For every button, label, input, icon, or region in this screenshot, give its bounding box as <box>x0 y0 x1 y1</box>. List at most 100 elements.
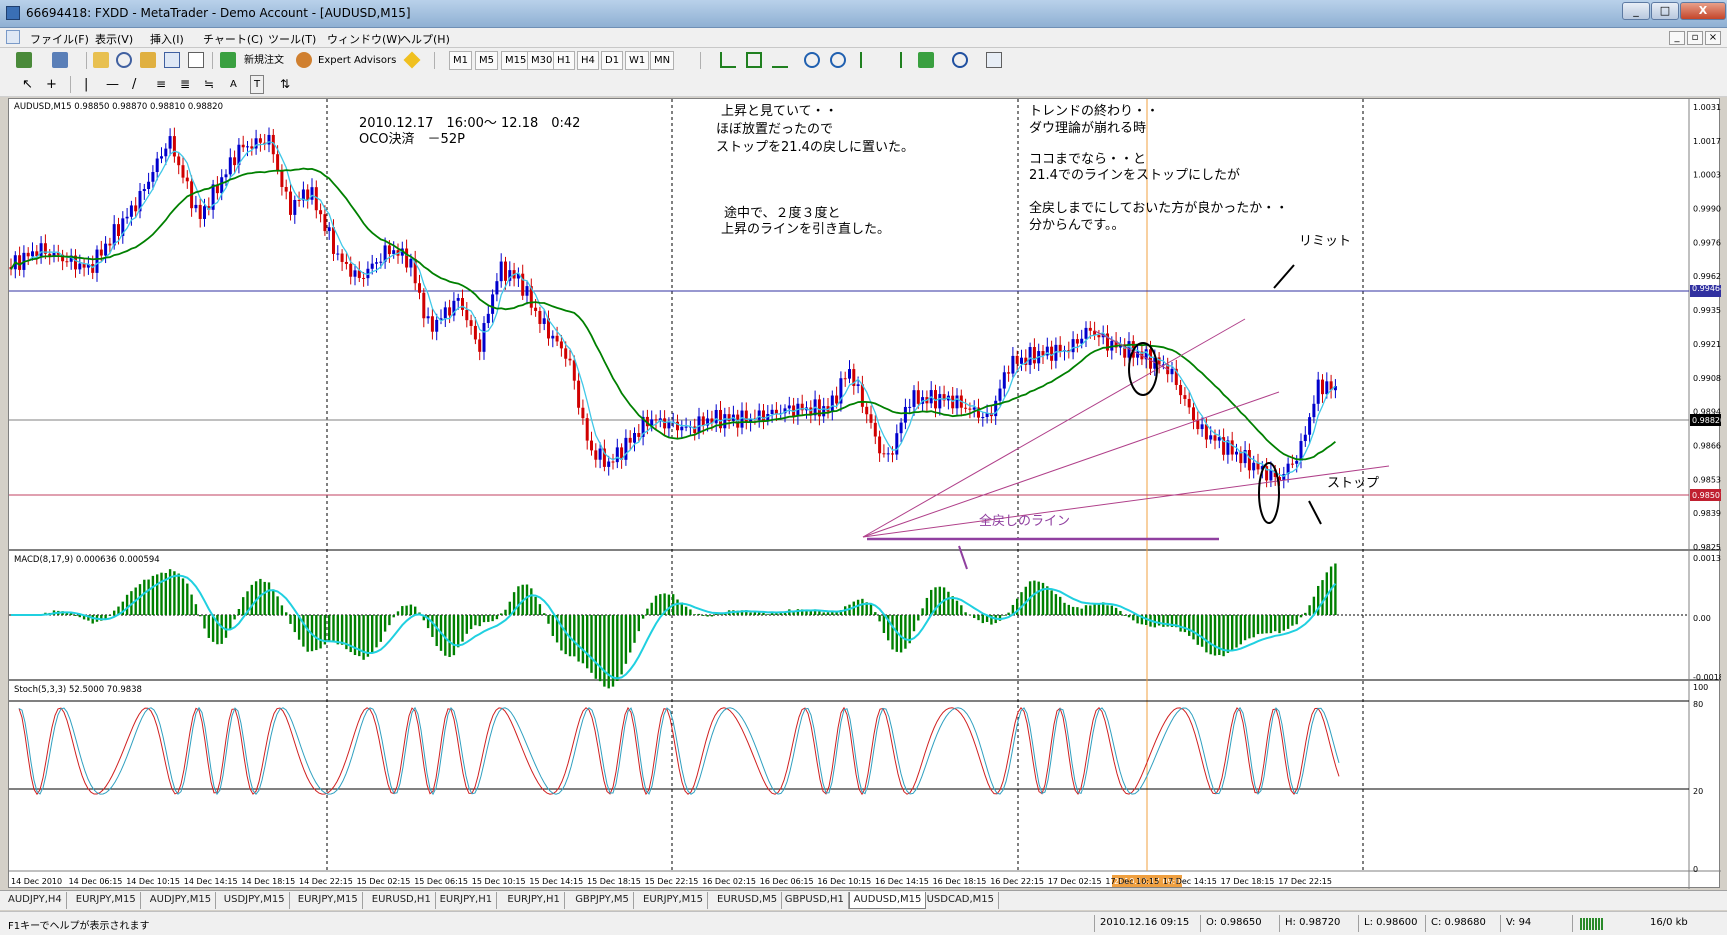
menu-tools[interactable]: ツール(T) <box>268 31 316 47</box>
connection-status-icon <box>1580 918 1604 930</box>
candle-body <box>379 261 383 263</box>
candle-body <box>409 258 413 268</box>
annotation-full-retrace-line: 全戻しのライン <box>979 513 1070 529</box>
candle-body <box>1183 395 1187 399</box>
trendline-icon[interactable]: / <box>128 75 140 94</box>
mdi-close-button[interactable]: × <box>1705 31 1721 45</box>
cursor-icon[interactable]: ↖ <box>18 75 37 94</box>
alert-icon[interactable] <box>403 51 421 69</box>
chart-window-icon <box>6 30 20 44</box>
menu-chart[interactable]: チャート(C) <box>203 31 263 47</box>
candle-body <box>697 416 701 434</box>
periods-clock-icon[interactable] <box>952 52 968 68</box>
chart-tab[interactable]: AUDJPY,M15 <box>146 892 217 909</box>
timeframe-h4[interactable]: H4 <box>577 51 599 70</box>
chart-tab[interactable]: EURJPY,M15 <box>639 892 708 909</box>
candle-body <box>142 189 146 192</box>
app-icon <box>6 6 20 20</box>
market-watch-icon[interactable] <box>93 52 109 68</box>
candle-body <box>1303 434 1307 442</box>
arrows-icon[interactable]: ⇅ <box>276 75 294 94</box>
chart-tab[interactable]: GBPUSD,H1 <box>781 892 849 909</box>
candlestick-icon[interactable] <box>746 52 762 68</box>
time-axis-label: 16 Dec 22:15 <box>990 877 1044 886</box>
chart-tab[interactable]: EURJPY,M15 <box>294 892 363 909</box>
profiles-icon[interactable] <box>52 52 68 68</box>
zoom-out-icon[interactable] <box>830 52 846 68</box>
fibonacci-icon[interactable]: ≣ <box>176 75 194 94</box>
timeframe-m30[interactable]: M30 <box>527 51 557 70</box>
text-tool-button[interactable]: A <box>226 75 241 94</box>
menu-view[interactable]: 表示(V) <box>95 31 133 47</box>
menu-file[interactable]: ファイル(F) <box>30 31 89 47</box>
candle-body <box>551 335 555 339</box>
menu-window[interactable]: ウィンドウ(W) <box>327 31 401 47</box>
templates-icon[interactable] <box>986 52 1002 68</box>
time-axis-label: 14 Dec 06:15 <box>69 877 123 886</box>
new-chart-icon[interactable] <box>16 52 32 68</box>
time-axis-label: 17 Dec 14:15 <box>1163 877 1217 886</box>
mdi-restore-button[interactable]: ▫ <box>1687 31 1703 45</box>
candle-body <box>568 358 572 361</box>
crosshair-icon[interactable]: + <box>42 75 61 94</box>
candle-body <box>1058 344 1062 352</box>
new-order-button[interactable]: 新規注文 <box>240 51 288 70</box>
minimize-button[interactable]: _ <box>1622 2 1650 20</box>
timeframe-m1[interactable]: M1 <box>449 51 472 70</box>
timeframe-m5[interactable]: M5 <box>475 51 498 70</box>
menu-insert[interactable]: 挿入(I) <box>150 31 184 47</box>
stoch-axis-label: 80 <box>1693 700 1703 709</box>
chart-tab[interactable]: EURJPY,H1 <box>503 892 565 909</box>
maximize-button[interactable]: □ <box>1651 2 1679 20</box>
zoom-in-icon[interactable] <box>804 52 820 68</box>
line-chart-icon[interactable] <box>772 52 788 68</box>
chart-tab[interactable]: EURUSD,H1 <box>368 892 436 909</box>
chart-shift-icon[interactable] <box>886 52 902 68</box>
chart-tab[interactable]: USDCAD,M15 <box>923 892 1000 909</box>
price-label-current: 0.98820 <box>1692 416 1721 425</box>
menu-help[interactable]: ヘルプ(H) <box>400 31 450 47</box>
chart-tab[interactable]: AUDJPY,H4 <box>4 892 67 909</box>
candle-body <box>908 406 912 408</box>
tile-windows-icon[interactable] <box>860 52 876 68</box>
candle-body <box>327 227 331 232</box>
timeframe-mn[interactable]: MN <box>650 51 675 70</box>
chart-tab[interactable]: EURUSD,M5 <box>713 892 783 909</box>
candle-body <box>830 395 834 412</box>
vertical-line-icon[interactable]: | <box>80 75 92 94</box>
indicators-icon[interactable] <box>918 52 934 68</box>
annotation-trade-result: OCO決済 －52P <box>359 131 465 147</box>
timeframe-d1[interactable]: D1 <box>601 51 624 70</box>
window-title: 66694418: FXDD - MetaTrader - Demo Accou… <box>26 6 411 20</box>
chart-canvas[interactable]: AUDUSD,M15 0.98850 0.98870 0.98810 0.988… <box>9 99 1721 889</box>
time-axis-label: 15 Dec 18:15 <box>587 877 641 886</box>
candle-body <box>1084 327 1088 339</box>
candle-body <box>194 204 198 209</box>
chart-tab[interactable]: EURJPY,M15 <box>72 892 141 909</box>
mdi-minimize-button[interactable]: _ <box>1669 31 1685 45</box>
expert-advisors-button[interactable]: Expert Advisors <box>314 51 400 70</box>
timeframe-m15[interactable]: M15 <box>501 51 531 70</box>
navigator-icon[interactable] <box>116 52 132 68</box>
terminal-icon[interactable] <box>164 52 180 68</box>
chart-tab[interactable]: USDJPY,M15 <box>220 892 290 909</box>
price-axis-label: 0.98255 <box>1693 543 1721 552</box>
time-axis-label: 14 Dec 14:15 <box>184 877 238 886</box>
time-axis-label: 16 Dec 10:15 <box>817 877 871 886</box>
equidistant-channel-icon[interactable]: ≡ <box>152 75 170 94</box>
data-window-icon[interactable] <box>140 52 156 68</box>
close-button[interactable]: X <box>1680 2 1726 20</box>
fibo-fan-icon[interactable]: ≒ <box>200 75 218 94</box>
chart-tab[interactable]: GBPJPY,M5 <box>571 892 634 909</box>
timeframe-w1[interactable]: W1 <box>625 51 650 70</box>
chart-tab[interactable]: EURJPY,H1 <box>436 892 498 909</box>
horizontal-line-icon[interactable]: — <box>102 75 123 94</box>
chart-window[interactable]: AUDUSD,M15 0.98850 0.98870 0.98810 0.988… <box>8 98 1721 889</box>
timeframe-h1[interactable]: H1 <box>553 51 575 70</box>
strategy-tester-icon[interactable] <box>188 52 204 68</box>
text-label-button[interactable]: T <box>250 75 265 94</box>
candle-body <box>91 264 95 273</box>
time-axis-label: 17 Dec 18:15 <box>1221 877 1275 886</box>
bar-chart-icon[interactable] <box>720 52 736 68</box>
chart-tab[interactable]: AUDUSD,M15 <box>848 892 927 909</box>
